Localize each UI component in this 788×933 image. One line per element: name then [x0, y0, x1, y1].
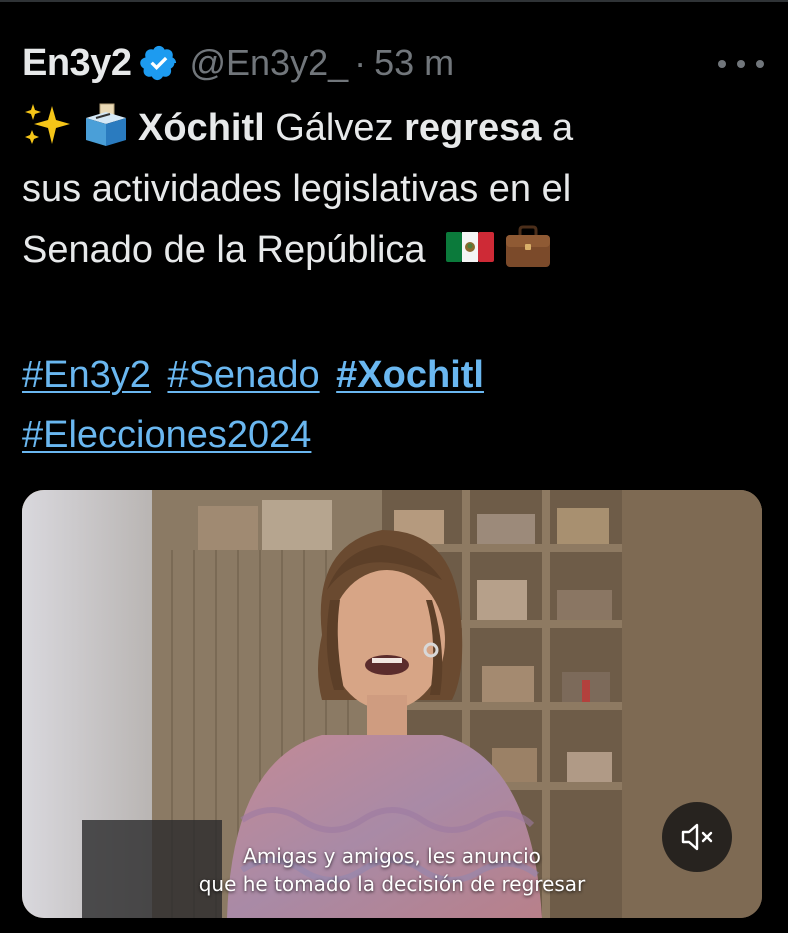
video-player[interactable]: Amigas y amigos, les anuncio que he toma…: [22, 490, 762, 918]
top-divider: [0, 0, 788, 2]
hashtag-elecciones2024[interactable]: #Elecciones2024: [22, 414, 311, 456]
ballot-box-icon: [80, 102, 132, 148]
video-caption: Amigas y amigos, les anuncio que he toma…: [22, 842, 762, 898]
hashtag-xochitl[interactable]: #Xochitl: [336, 354, 484, 396]
hashtags: #En3y2 #Senado #Xochitl #Elecciones2024: [22, 345, 762, 465]
display-name[interactable]: En3y2: [22, 42, 132, 85]
caption-line-2: que he tomado la decisión de regresar: [198, 872, 586, 896]
more-options-icon[interactable]: [718, 44, 764, 84]
tweet-name-last: Gálvez: [264, 107, 405, 149]
tweet-line1-tail: a: [541, 107, 574, 149]
tweet-verb: regresa: [404, 107, 542, 149]
user-handle[interactable]: @En3y2_: [189, 42, 348, 84]
volume-muted-icon[interactable]: [662, 802, 732, 872]
hashtag-en3y2[interactable]: #En3y2: [22, 354, 151, 396]
sparkles-icon: [22, 102, 74, 148]
mexico-flag-icon: [444, 224, 496, 270]
separator-dot: ·: [354, 42, 367, 83]
tweet-line3-text: Senado de la República: [22, 229, 426, 271]
hashtag-line-2: #Elecciones2024: [22, 405, 762, 465]
tweet-text-line-3: Senado de la República: [22, 220, 762, 281]
briefcase-icon: [502, 224, 554, 270]
hashtag-senado[interactable]: #Senado: [167, 354, 319, 396]
timestamp[interactable]: 53 m: [374, 42, 454, 84]
tweet-text-line-2: sus actividades legislativas en el: [22, 168, 572, 210]
verified-badge-icon: [139, 43, 179, 83]
caption-line-1: Amigas y amigos, les anuncio: [243, 844, 541, 868]
tweet-header: En3y2 @En3y2_ · 53 m: [22, 38, 766, 88]
hashtag-line-1: #En3y2 #Senado #Xochitl: [22, 345, 762, 405]
tweet-text: Xóchitl Gálvez regresa a sus actividades…: [22, 98, 762, 281]
tweet-name-first: Xóchitl: [138, 107, 265, 149]
tweet-text-line-1: Xóchitl Gálvez regresa a: [22, 98, 762, 159]
